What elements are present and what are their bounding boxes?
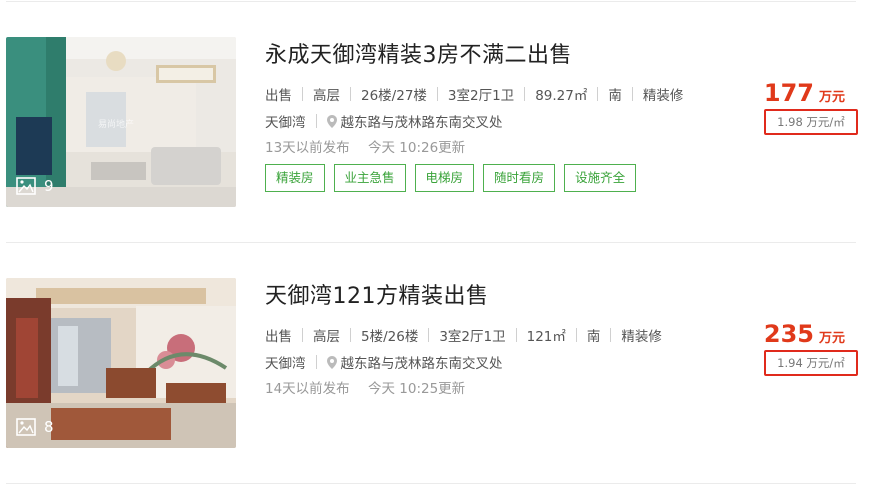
attr-divider	[597, 87, 599, 101]
price-unit: 万元	[818, 90, 845, 105]
unit-price-value: 1.94 万元/㎡	[777, 356, 845, 370]
attr-divider	[302, 328, 303, 342]
tag-badge: 电梯房	[414, 164, 475, 192]
attr-divider	[436, 87, 438, 101]
attr-orientation: 南	[608, 88, 622, 104]
attr-divider	[428, 328, 430, 342]
listing-title[interactable]: 永成天御湾精装3房不满二出售	[265, 37, 572, 69]
attr-divider	[575, 328, 577, 342]
listing-location: 天御湾 越东路与茂林路东南交叉处	[265, 352, 503, 372]
attr-building-type: 高层	[313, 88, 340, 104]
listing-tags: 精装房 业主急售 电梯房 随时看房 设施齐全	[265, 164, 637, 192]
map-pin-icon	[326, 114, 337, 128]
published-time: 13天以前发布	[265, 140, 350, 156]
unit-price: 1.94 万元/㎡	[764, 350, 858, 376]
photo-count: 8	[16, 418, 54, 436]
attr-divider	[350, 87, 351, 101]
community-name[interactable]: 天御湾	[265, 111, 306, 131]
attr-orientation: 南	[586, 329, 601, 345]
total-price: 235 万元	[764, 320, 845, 348]
photo-count-value: 8	[44, 418, 54, 436]
photo-count: 9	[16, 177, 54, 195]
updated-time: 今天 10:25更新	[367, 381, 466, 397]
location-divider	[315, 114, 317, 128]
attr-area: 89.27㎡	[535, 88, 588, 104]
attr-floor: 26楼/27楼	[361, 88, 427, 104]
listing-location: 天御湾 越东路与茂林路东南交叉处	[265, 111, 503, 131]
attr-decoration: 精装修	[621, 329, 662, 345]
attr-layout: 3室2厅1卫	[447, 88, 515, 104]
listing-photo[interactable]: 易尚地产 9	[6, 37, 236, 207]
attr-divider	[302, 87, 303, 101]
price-unit: 万元	[818, 331, 845, 346]
map-pin-icon	[326, 355, 337, 369]
attr-divider	[631, 87, 633, 101]
bottom-divider	[6, 483, 856, 484]
unit-price: 1.98 万元/㎡	[764, 109, 858, 135]
community-name[interactable]: 天御湾	[265, 352, 306, 372]
attr-building-type: 高层	[313, 329, 340, 345]
listing-card[interactable]: 8 天御湾121方精装出售 出售 高层 5楼/26楼 3室2厅1卫 121㎡ 南…	[0, 278, 885, 458]
price-value: 235	[763, 320, 814, 348]
attr-decoration: 精装修	[642, 88, 684, 104]
address: 越东路与茂林路东南交叉处	[340, 115, 503, 131]
top-divider	[6, 1, 856, 2]
listing-divider	[6, 242, 856, 243]
tag-badge: 精装房	[265, 164, 325, 192]
tag-badge: 业主急售	[333, 164, 406, 192]
listing-title[interactable]: 天御湾121方精装出售	[265, 278, 489, 310]
tag-badge: 设施齐全	[564, 164, 637, 192]
attr-type: 出售	[265, 329, 292, 345]
listing-card[interactable]: 易尚地产 9 永成天御湾精装3房不满二出售 出售 高层 26楼/27楼 3室2厅…	[0, 37, 885, 217]
price-value: 177	[763, 79, 814, 107]
attr-divider	[610, 328, 612, 342]
listing-attributes: 出售 高层 26楼/27楼 3室2厅1卫 89.27㎡ 南 精装修	[265, 84, 683, 104]
attr-divider	[524, 87, 526, 101]
updated-time: 今天 10:26更新	[367, 140, 466, 156]
total-price: 177 万元	[764, 79, 845, 107]
address: 越东路与茂林路东南交叉处	[340, 356, 503, 372]
tag-badge: 随时看房	[483, 164, 556, 192]
watermark: 易尚地产	[98, 118, 134, 130]
location-divider	[315, 355, 317, 369]
listing-time: 14天以前发布 今天 10:25更新	[265, 377, 465, 397]
listing-attributes: 出售 高层 5楼/26楼 3室2厅1卫 121㎡ 南 精装修	[265, 325, 662, 345]
picture-icon	[16, 177, 36, 195]
published-time: 14天以前发布	[265, 381, 350, 397]
attr-divider	[515, 328, 517, 342]
attr-divider	[350, 328, 351, 342]
attr-type: 出售	[265, 88, 292, 104]
attr-floor: 5楼/26楼	[361, 329, 419, 345]
unit-price-value: 1.98 万元/㎡	[777, 115, 845, 129]
attr-layout: 3室2厅1卫	[439, 329, 506, 345]
listing-time: 13天以前发布 今天 10:26更新	[265, 136, 465, 156]
listing-photo[interactable]: 8	[6, 278, 236, 448]
photo-count-value: 9	[44, 177, 54, 195]
attr-area: 121㎡	[526, 329, 566, 345]
picture-icon	[16, 418, 36, 436]
